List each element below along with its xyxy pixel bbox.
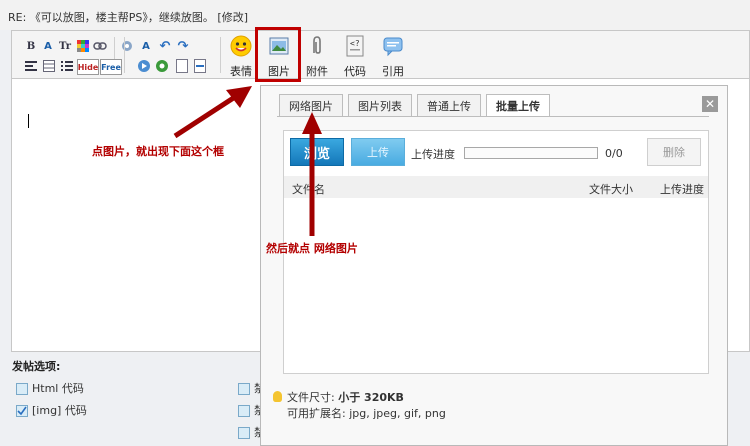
col-progress: 上传进度 [660,183,704,196]
lightbulb-icon [273,391,282,402]
redo-icon[interactable]: ↷ [175,39,191,54]
options-title: 发帖选项: [12,360,61,373]
quote-label: 引用 [382,65,404,78]
hide-icon[interactable]: Hide [77,59,99,75]
thread-title: RE: 《可以放图，楼主帮PS》，继续放图。 [修改] [8,11,248,24]
align-icon[interactable] [23,59,39,73]
free-icon[interactable]: Free [100,59,122,75]
undo-icon[interactable]: ↶ [157,39,173,54]
unlink-icon[interactable] [120,39,136,53]
tab-network-image[interactable]: 网络图片 [279,94,343,116]
img-code-label: [img] 代码 [32,404,87,417]
html-code-option[interactable]: Html 代码 [16,380,84,396]
tab-batch-upload[interactable]: 批量上传 [486,94,550,117]
paperclip-icon [313,36,321,54]
html-code-checkbox[interactable] [16,383,28,395]
font-size-icon[interactable]: Tr [57,39,73,53]
right-option-2-checkbox[interactable] [238,405,250,417]
size-label: 文件尺寸: [287,391,335,404]
tab-normal-upload[interactable]: 普通上传 [417,94,481,116]
tab-divider [277,116,709,117]
progress-count: 0/0 [605,147,623,160]
quote-button[interactable]: 引用 [375,35,411,78]
right-option-3-checkbox[interactable] [238,427,250,439]
browse-button[interactable]: 浏览 [290,138,344,166]
ext-value: jpg, jpeg, gif, png [349,407,446,420]
spellcheck-icon[interactable]: A [138,39,154,53]
font-color-icon[interactable]: A [40,39,56,53]
close-icon[interactable]: ✕ [702,96,718,112]
img-code-option[interactable]: [img] 代码 [16,402,87,418]
smiley-icon [230,35,252,57]
title-bar: RE: 《可以放图，楼主帮PS》，继续放图。 [修改] [0,0,750,30]
tab-image-list[interactable]: 图片列表 [348,94,412,116]
col-filename: 文件名 [292,183,325,196]
highlight-box [255,27,301,82]
svg-text:<?: <? [350,39,360,48]
emoticon-label: 表情 [230,65,252,78]
annotation-click-image: 点图片，就出现下面这个框 [92,145,224,158]
code-icon: <? [346,35,364,57]
upload-info: 文件尺寸: 小于 320KB 可用扩展名: jpg, jpeg, gif, pn… [273,390,446,422]
quote-icon [383,37,403,57]
upload-button[interactable]: 上传 [351,138,405,166]
page-icon[interactable] [174,59,190,73]
annotation-click-network: 然后就点 网络图片 [266,242,358,255]
bold-icon[interactable]: B [23,39,39,53]
flash-icon[interactable] [154,59,170,73]
col-filesize: 文件大小 [589,183,633,196]
img-code-checkbox[interactable] [16,405,28,417]
editor-toolbar: B A Tr A ↶ ↷ Hide Free 表情 图片 附件 <? 代码 引用 [12,31,749,79]
list-icon[interactable] [59,59,75,73]
attachment-button[interactable]: 附件 [299,35,335,78]
emoticon-button[interactable]: 表情 [223,35,259,78]
link-icon[interactable] [92,39,108,53]
progress-label: 上传进度 [411,148,455,161]
table-icon[interactable] [41,59,57,73]
text-caret [28,114,29,128]
image-upload-dialog: 网络图片 图片列表 普通上传 批量上传 ✕ 浏览 上传 上传进度 0/0 删除 … [260,85,728,446]
delete-button[interactable]: 删除 [647,138,701,166]
media-icon[interactable] [136,59,152,73]
code-label: 代码 [344,65,366,78]
ext-label: 可用扩展名: [287,407,346,420]
html-code-label: Html 代码 [32,382,84,395]
color-grid-icon[interactable] [75,39,91,53]
code-button[interactable]: <? 代码 [337,35,373,78]
size-value: 小于 320KB [338,391,404,404]
right-option-1-checkbox[interactable] [238,383,250,395]
file-table-header: 文件名 文件大小 上传进度 [284,176,708,198]
progress-bar [464,147,598,159]
attachment-label: 附件 [306,65,328,78]
page-break-icon[interactable] [192,59,208,73]
